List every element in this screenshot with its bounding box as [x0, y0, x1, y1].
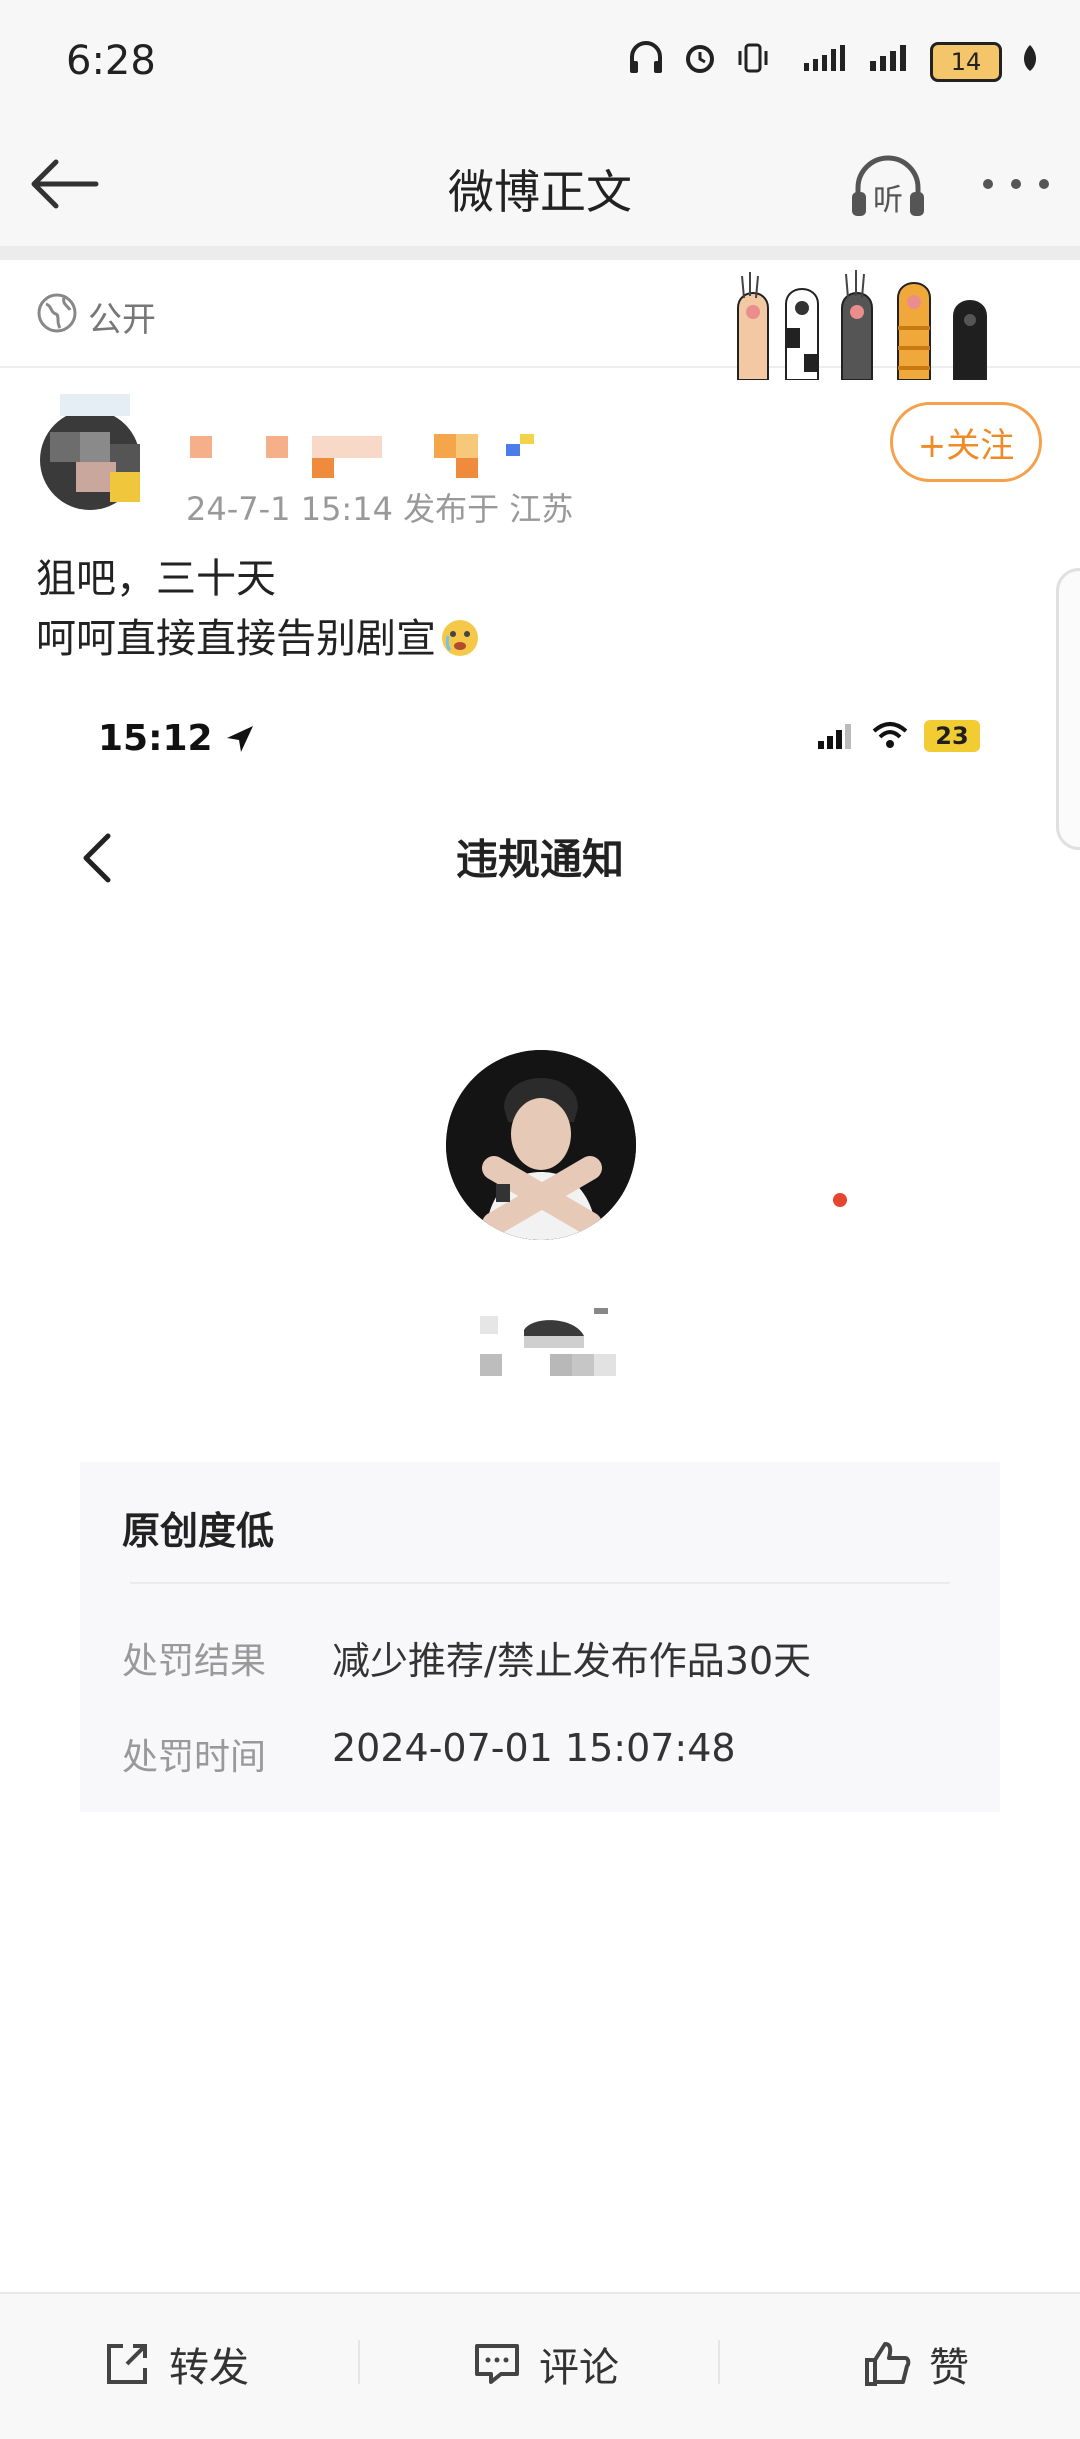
battery-icon: 14 — [930, 42, 1002, 82]
visibility-label: 公开 — [88, 300, 156, 340]
more-icon[interactable] — [980, 174, 1052, 194]
comment-label: 评论 — [539, 2345, 619, 2391]
paw-icon — [953, 300, 987, 381]
listen-label: 听 — [873, 183, 903, 218]
cat-paws-decoration — [728, 268, 1008, 381]
repost-label: 转发 — [169, 2345, 249, 2391]
post-meta: 24-7-1 15:14 发布于 江苏 — [186, 490, 574, 528]
violation-reason: 原创度低 — [122, 1509, 275, 1553]
alarm-icon — [682, 40, 718, 84]
divider — [718, 2340, 720, 2384]
penalty-result-label: 处罚结果 — [122, 1641, 267, 1682]
paw-icon — [737, 272, 769, 381]
scroll-handle[interactable] — [1056, 568, 1080, 850]
paw-icon — [841, 270, 873, 381]
paw-icon — [897, 282, 931, 381]
vibrate-icon — [736, 41, 770, 83]
like-button[interactable]: 赞 — [800, 2294, 1030, 2434]
embedded-screenshot: 15:12 23 违规通知 原创度低 处罚结果 减少推荐/禁止发布作品30天 处… — [0, 680, 1080, 2280]
paw-icon — [785, 288, 819, 381]
crying-face-icon — [440, 616, 480, 656]
violation-card: 原创度低 处罚结果 减少推荐/禁止发布作品30天 处罚时间 2024-07-01… — [80, 1462, 1000, 1812]
post-text-line: 狙吧，三十天 — [36, 556, 276, 602]
listen-icon[interactable]: 听 — [848, 152, 928, 222]
penalty-time-value: 2024-07-01 15:07:48 — [332, 1726, 736, 1770]
like-label: 赞 — [929, 2345, 969, 2391]
author-avatar[interactable] — [36, 392, 164, 520]
globe-icon — [36, 292, 78, 334]
embedded-battery-icon: 23 — [924, 720, 980, 752]
repost-button[interactable]: 转发 — [60, 2294, 290, 2434]
embedded-name-redacted — [480, 1296, 630, 1382]
nav-bar: 微博正文 听 — [0, 130, 1080, 260]
repost-icon — [107, 2344, 147, 2384]
wifi-icon — [872, 722, 908, 748]
author-name-redacted — [190, 432, 600, 480]
penalty-time-label: 处罚时间 — [122, 1737, 267, 1778]
red-dot — [833, 1193, 847, 1207]
thumbs-up-icon — [865, 2342, 911, 2386]
penalty-result-value: 减少推荐/禁止发布作品30天 — [332, 1639, 812, 1683]
signal-icon-1 — [788, 43, 848, 81]
status-bar: 6:28 14 — [0, 0, 1080, 130]
embedded-time-text: 15:12 — [98, 718, 213, 759]
status-icons: 14 — [628, 40, 1040, 84]
post-text-content: 呵呵直接直接告别剧宣 — [36, 616, 436, 662]
embedded-title: 违规通知 — [455, 835, 624, 884]
signal-icon-2 — [866, 43, 912, 81]
post-text-line-2: 呵呵直接直接告别剧宣 — [36, 610, 480, 668]
signal-icon — [818, 724, 851, 749]
bottom-action-bar: 转发 评论 赞 — [0, 2292, 1080, 2439]
embedded-status-time: 15:12 — [98, 718, 255, 759]
divider — [358, 2340, 360, 2384]
embedded-status-icons: 23 — [816, 720, 980, 752]
card-divider — [130, 1582, 950, 1584]
comment-icon — [475, 2344, 519, 2384]
leaf-icon — [1020, 43, 1040, 81]
embedded-avatar — [444, 1048, 638, 1242]
location-arrow-icon — [227, 726, 254, 752]
comment-button[interactable]: 评论 — [430, 2294, 660, 2434]
headphones-icon — [628, 41, 664, 83]
status-time: 6:28 — [66, 38, 156, 84]
follow-button[interactable]: +关注 — [890, 402, 1042, 482]
